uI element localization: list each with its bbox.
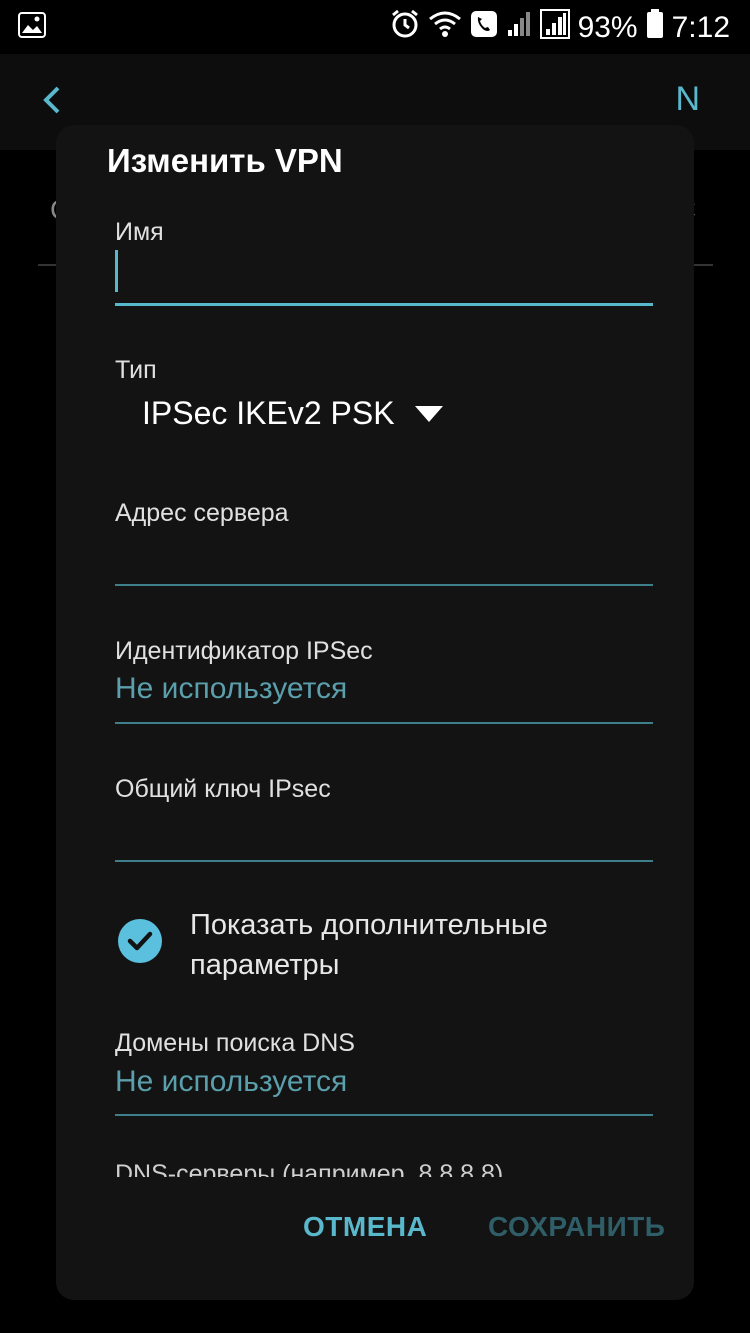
- dialog-title: Изменить VPN: [107, 142, 343, 179]
- battery-icon: [646, 9, 664, 47]
- background-title: N: [675, 80, 700, 118]
- psk-input[interactable]: [115, 811, 653, 859]
- psk-underline: [115, 860, 653, 862]
- type-label: Тип: [115, 356, 157, 384]
- signal-icon: [539, 9, 570, 47]
- dns-domains-label: Домены поиска DNS: [115, 1029, 355, 1057]
- ipsec-id-label: Идентификатор IPSec: [115, 637, 373, 665]
- save-button[interactable]: СОХРАНИТЬ: [488, 1211, 665, 1243]
- alarm-icon: [390, 9, 420, 47]
- checkbox-checked-icon[interactable]: [118, 919, 162, 963]
- dns-domains-input[interactable]: Не используется: [115, 1065, 347, 1099]
- dns-domains-underline: [115, 1114, 653, 1116]
- dialog-actions: ОТМЕНА СОХРАНИТЬ: [56, 1205, 694, 1265]
- clock: 7:12: [671, 11, 730, 44]
- wifi-icon: [428, 10, 462, 46]
- ipsec-id-input[interactable]: Не используется: [115, 672, 347, 706]
- name-label: Имя: [115, 218, 164, 246]
- server-address-input[interactable]: [115, 535, 653, 583]
- ipsec-id-underline: [115, 722, 653, 724]
- signal-icon: [506, 10, 532, 46]
- dialog-form[interactable]: Имя Тип IPSec IKEv2 PSK Адрес сервера Ид…: [56, 205, 694, 1177]
- server-address-label: Адрес сервера: [115, 499, 289, 527]
- dropdown-arrow-icon: [414, 405, 443, 422]
- type-dropdown[interactable]: IPSec IKEv2 PSK: [142, 395, 443, 432]
- edit-vpn-dialog: Изменить VPN Имя Тип IPSec IKEv2 PSK Адр…: [56, 125, 694, 1300]
- chevron-left-icon[interactable]: [40, 80, 80, 120]
- cancel-button[interactable]: ОТМЕНА: [303, 1211, 427, 1243]
- psk-label: Общий ключ IPsec: [115, 775, 331, 803]
- dns-servers-label: DNS-серверы (например, 8.8.8.8): [115, 1160, 504, 1177]
- status-bar: 93% 7:12: [0, 0, 750, 54]
- name-input-underline: [115, 303, 653, 306]
- call-icon: [470, 10, 498, 46]
- gallery-icon: [18, 12, 46, 43]
- show-advanced-label: Показать дополнительные параметры: [190, 909, 548, 981]
- server-address-underline: [115, 584, 653, 586]
- battery-percent: 93%: [577, 11, 638, 44]
- type-value: IPSec IKEv2 PSK: [142, 395, 395, 431]
- name-input[interactable]: [115, 250, 653, 300]
